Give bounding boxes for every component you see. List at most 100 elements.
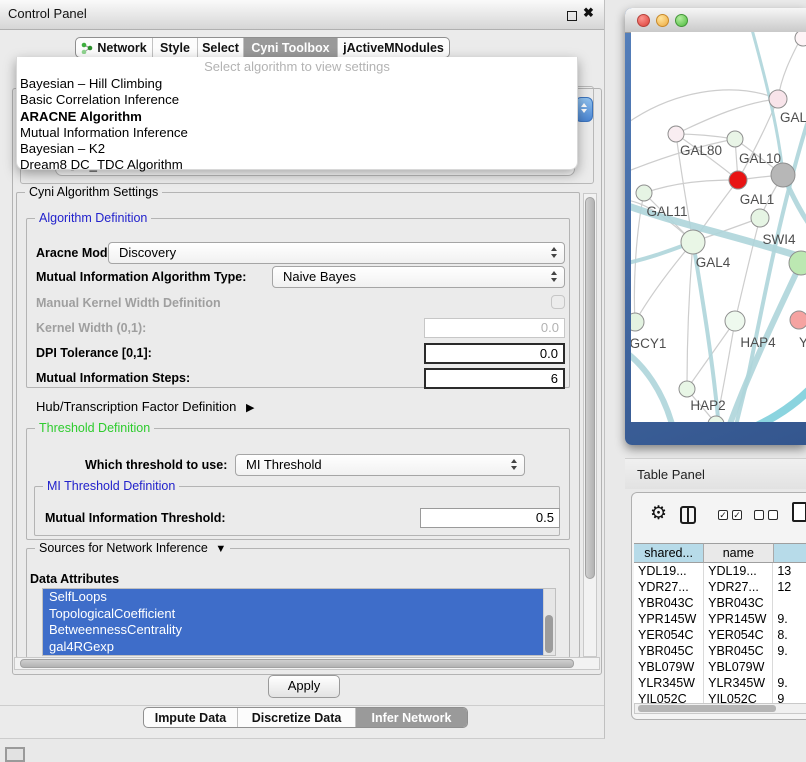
scrollbar-thumb[interactable]	[585, 197, 595, 579]
data-attributes-list[interactable]: SelfLoopsTopologicalCoefficientBetweenne…	[42, 588, 556, 656]
network-view-window[interactable]: GALGAL80GAL10GAL1GAL11SWI4GAL4GCY1HAP4YH…	[625, 8, 806, 445]
tab-infer-network[interactable]: Infer Network	[356, 708, 467, 727]
attribute-list-item[interactable]: BetweennessCentrality	[43, 622, 555, 639]
column-header[interactable]: shared...	[634, 543, 704, 563]
minimized-panel-icon[interactable]	[5, 747, 25, 762]
algorithm-option[interactable]: ARACNE Algorithm	[20, 109, 570, 125]
attribute-list-item[interactable]: gal4RGexp	[43, 639, 555, 656]
mi-algorithm-type-combo[interactable]: Naive Bayes	[272, 266, 565, 288]
table-cell: YLR345W	[634, 675, 704, 691]
table-cell: 8.	[773, 627, 806, 643]
network-graph[interactable]: GALGAL80GAL10GAL1GAL11SWI4GAL4GCY1HAP4YH…	[631, 32, 806, 422]
network-node[interactable]	[725, 311, 745, 331]
select-all-icon[interactable]: ✓	[732, 510, 742, 520]
kernel-width-field[interactable]: 0.0	[424, 318, 565, 338]
scrollbar-thumb[interactable]	[545, 615, 553, 653]
network-node[interactable]	[727, 131, 743, 147]
network-node[interactable]	[771, 163, 795, 187]
network-node[interactable]	[751, 209, 769, 227]
dropdown-items: Bayesian – Hill ClimbingBasic Correlatio…	[20, 76, 570, 174]
table-panel-title: Table Panel	[637, 467, 705, 482]
column-header[interactable]	[774, 543, 806, 563]
network-edge[interactable]	[778, 38, 801, 99]
close-window-icon[interactable]	[637, 14, 650, 27]
mi-steps-field[interactable]: 6	[424, 368, 565, 389]
tab-impute-data[interactable]: Impute Data	[144, 708, 238, 727]
table-row[interactable]: YBL079WYBL079W	[634, 659, 806, 675]
sources-expander[interactable]: Sources for Network Inference ▼	[35, 541, 230, 555]
network-node[interactable]	[729, 171, 747, 189]
tab-discretize-data[interactable]: Discretize Data	[238, 708, 356, 727]
new-table-icon[interactable]	[792, 502, 806, 522]
table-horizontal-scrollbar[interactable]	[634, 703, 806, 714]
network-node[interactable]	[668, 126, 684, 142]
algorithm-option[interactable]: Bayesian – Hill Climbing	[20, 76, 570, 92]
tab-jactivemnodules[interactable]: jActiveMNodules	[338, 38, 449, 57]
float-window-icon[interactable]	[567, 11, 577, 21]
table-cell: YBL079W	[704, 659, 773, 675]
algorithm-option[interactable]: Dream8 DC_TDC Algorithm	[20, 157, 570, 173]
list-scrollbar[interactable]	[543, 589, 555, 655]
scrollbar-thumb[interactable]	[638, 705, 776, 712]
table-row[interactable]: YDL19...YDL19...13	[634, 563, 806, 579]
network-edge[interactable]	[739, 384, 806, 422]
column-header[interactable]: name	[704, 543, 773, 563]
close-icon[interactable]: ✖	[583, 5, 594, 21]
tab-cyni-toolbox[interactable]: Cyni Toolbox	[244, 38, 338, 57]
algorithm-option[interactable]: Basic Correlation Inference	[20, 92, 570, 108]
which-threshold-combo[interactable]: MI Threshold	[235, 454, 525, 476]
dpi-tolerance-field[interactable]: 0.0	[424, 343, 565, 364]
network-node[interactable]	[631, 313, 644, 331]
mi-threshold-field[interactable]: 0.5	[420, 508, 560, 528]
hub-definition-label: Hub/Transcription Factor Definition	[36, 399, 236, 414]
table-row[interactable]: YDR27...YDR27...12	[634, 579, 806, 595]
network-edge[interactable]	[631, 350, 673, 422]
group-title: MI Threshold Definition	[43, 479, 179, 493]
select-all-icon[interactable]: ✓	[718, 510, 728, 520]
network-edge[interactable]	[735, 218, 760, 321]
attribute-list-item[interactable]: TopologicalCoefficient	[43, 606, 555, 623]
network-window-titlebar[interactable]	[625, 8, 806, 33]
network-edge[interactable]	[676, 134, 735, 139]
algorithm-option[interactable]: Bayesian – K2	[20, 141, 570, 157]
table-row[interactable]: YBR043CYBR043C	[634, 595, 806, 611]
network-edge[interactable]	[676, 99, 778, 134]
tab-select[interactable]: Select	[198, 38, 244, 57]
gear-icon[interactable]: ⚙	[650, 502, 667, 525]
network-edge[interactable]	[631, 90, 778, 124]
network-edge[interactable]	[644, 180, 738, 193]
network-node[interactable]	[790, 311, 806, 329]
cyni-bottom-tabs: Impute DataDiscretize DataInfer Network	[143, 707, 468, 728]
horizontal-scrollbar[interactable]	[14, 657, 600, 670]
tab-network[interactable]: Network	[76, 38, 153, 57]
network-node[interactable]	[679, 381, 695, 397]
table-row[interactable]: YPR145WYPR145W9.	[634, 611, 806, 627]
table-row[interactable]: YBR045CYBR045C9.	[634, 643, 806, 659]
group-title: Threshold Definition	[35, 421, 154, 435]
network-node[interactable]	[769, 90, 787, 108]
deselect-all-icon[interactable]	[768, 510, 778, 520]
algorithm-option[interactable]: Mutual Information Inference	[20, 125, 570, 141]
node-label: HAP4	[740, 335, 776, 350]
network-node[interactable]	[795, 32, 806, 46]
split-columns-icon[interactable]	[680, 506, 696, 524]
network-node[interactable]	[636, 185, 652, 201]
vertical-scrollbar[interactable]	[583, 193, 597, 657]
apply-button[interactable]: Apply	[268, 675, 340, 698]
deselect-all-icon[interactable]	[754, 510, 764, 520]
combo-value: Naive Bayes	[283, 269, 356, 284]
network-canvas[interactable]: GALGAL80GAL10GAL1GAL11SWI4GAL4GCY1HAP4YH…	[631, 32, 806, 422]
node-label: HAP2	[690, 398, 725, 413]
table-row[interactable]: YLR345WYLR345W9.	[634, 675, 806, 691]
manual-kernel-width-checkbox[interactable]	[551, 295, 565, 309]
aracne-mode-combo[interactable]: Discovery	[108, 242, 565, 264]
tab-style[interactable]: Style	[153, 38, 198, 57]
scrollbar-thumb[interactable]	[20, 659, 574, 668]
attribute-list-item[interactable]: SelfLoops	[43, 589, 555, 606]
network-edge[interactable]	[687, 242, 693, 389]
table-row[interactable]: YER054CYER054C8.	[634, 627, 806, 643]
hub-definition-expander[interactable]: Hub/Transcription Factor Definition ▶	[36, 399, 254, 414]
network-node[interactable]	[681, 230, 705, 254]
zoom-window-icon[interactable]	[675, 14, 688, 27]
minimize-window-icon[interactable]	[656, 14, 669, 27]
